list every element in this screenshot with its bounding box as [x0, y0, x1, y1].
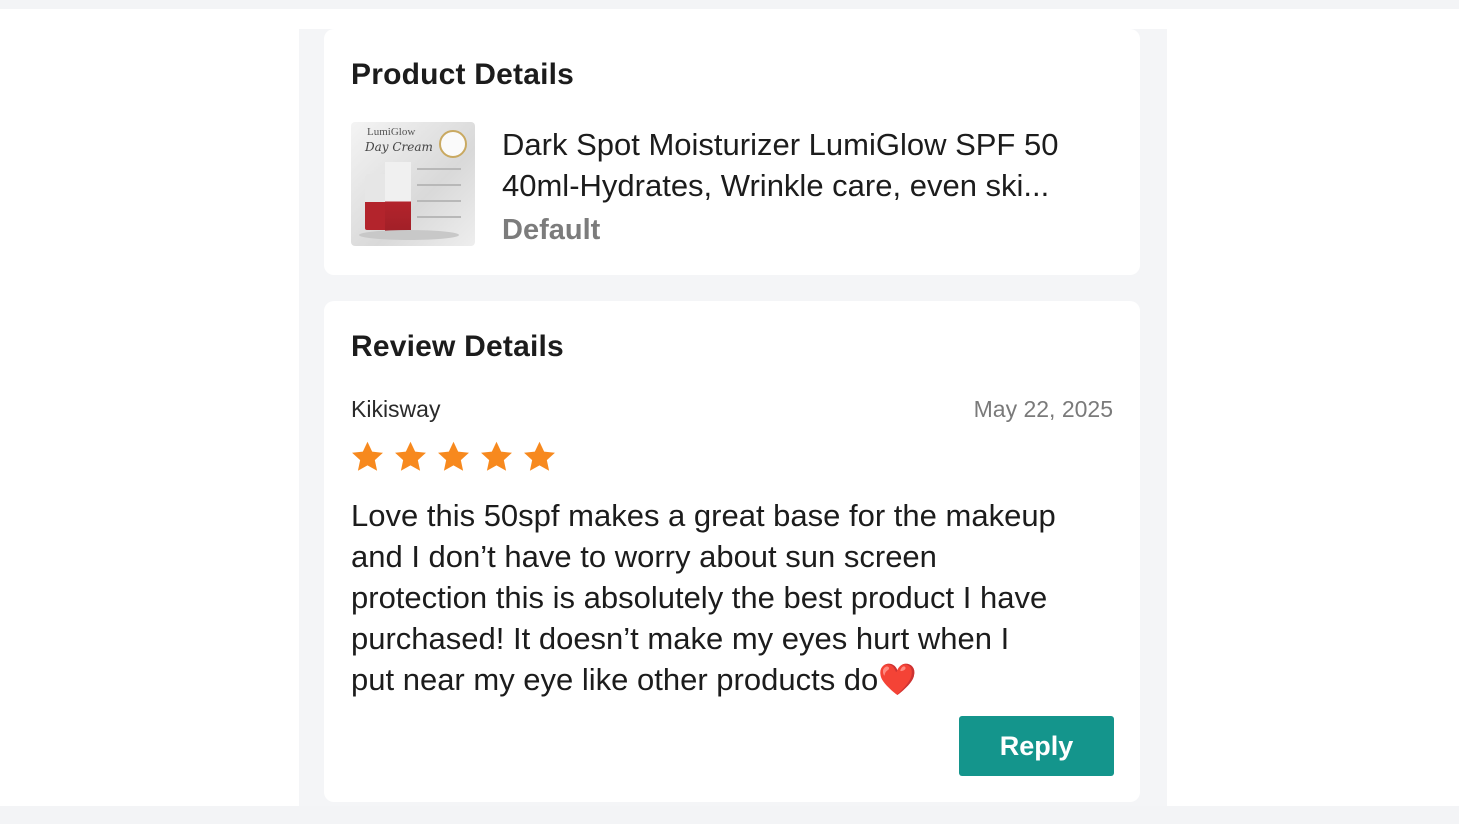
star-icon	[521, 439, 558, 475]
review-text-line: Love this 50spf makes a great base for t…	[351, 498, 1056, 533]
star-icon	[392, 439, 429, 475]
product-name-line-1: Dark Spot Moisturizer LumiGlow SPF 50	[502, 127, 1059, 162]
reviewer-name: Kikisway	[351, 396, 441, 422]
certification-seal-icon	[439, 130, 467, 158]
product-details-title: Product Details	[351, 58, 575, 91]
thumbnail-text-line	[417, 200, 461, 202]
thumbnail-script-text: Day Cream	[365, 140, 433, 154]
star-icon	[478, 439, 515, 475]
bottom-background-strip	[0, 806, 1459, 824]
review-details-card: Review Details Kikisway May 22, 2025 Lov…	[324, 301, 1140, 802]
star-rating	[349, 439, 558, 475]
review-detail-screen: Product Details LumiGlow Day Cream Dark …	[299, 29, 1167, 806]
product-name[interactable]: Dark Spot Moisturizer LumiGlow SPF 50 40…	[502, 124, 1122, 206]
star-icon	[349, 439, 386, 475]
star-icon	[435, 439, 472, 475]
review-details-title: Review Details	[351, 330, 564, 363]
thumbnail-pedestal	[359, 230, 459, 240]
thumbnail-text-line	[417, 184, 461, 186]
thumbnail-text-line	[417, 216, 461, 218]
review-text: Love this 50spf makes a great base for t…	[351, 495, 1126, 700]
top-background-strip	[0, 0, 1459, 9]
thumbnail-brand-text: LumiGlow	[367, 126, 416, 138]
product-thumbnail[interactable]: LumiGlow Day Cream	[351, 122, 475, 246]
review-date: May 22, 2025	[973, 396, 1113, 422]
product-details-card: Product Details LumiGlow Day Cream Dark …	[324, 29, 1140, 275]
product-variant: Default	[502, 214, 601, 246]
reply-button[interactable]: Reply	[959, 716, 1114, 776]
review-text-line: purchased! It doesn’t make my eyes hurt …	[351, 621, 1010, 656]
product-name-line-2: 40ml-Hydrates, Wrinkle care, even ski...	[502, 168, 1050, 203]
review-text-line: put near my eye like other products do❤️	[351, 662, 917, 697]
box-image	[385, 162, 411, 234]
thumbnail-text-line	[417, 168, 461, 170]
bottle-image	[365, 174, 387, 230]
review-text-line: protection this is absolutely the best p…	[351, 580, 1048, 615]
review-text-line: and I don’t have to worry about sun scre…	[351, 539, 937, 574]
